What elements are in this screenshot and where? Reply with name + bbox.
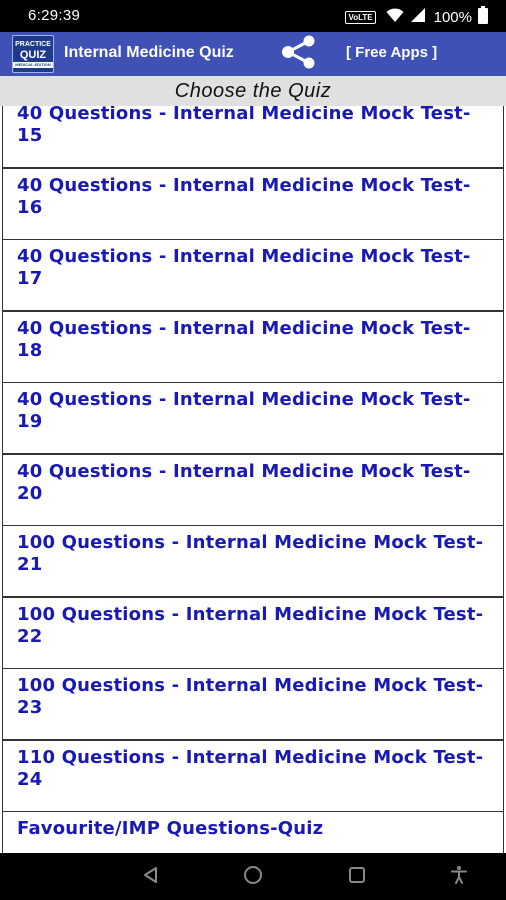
share-button[interactable] — [280, 35, 318, 73]
share-icon — [280, 35, 318, 73]
quiz-item-label: 40 Questions - Internal Medicine Mock Te… — [17, 246, 471, 289]
quiz-item[interactable]: 110 Questions - Internal Medicine Mock T… — [2, 740, 504, 812]
home-icon — [242, 864, 264, 890]
app-title: Internal Medicine Quiz — [64, 44, 234, 61]
back-button[interactable] — [121, 853, 181, 900]
section-title: Choose the Quiz — [0, 76, 506, 106]
quiz-item[interactable]: 100 Questions - Internal Medicine Mock T… — [2, 669, 504, 740]
app-logo: PRACTICE QUIZ MEDICAL EDITION — [12, 35, 54, 73]
recents-icon — [347, 865, 367, 889]
wifi-icon — [386, 7, 404, 27]
back-icon — [141, 865, 161, 889]
quiz-item[interactable]: 40 Questions - Internal Medicine Mock Te… — [2, 454, 504, 526]
quiz-item-label: 100 Questions - Internal Medicine Mock T… — [17, 675, 484, 718]
status-icons: VoLTE 100% — [345, 6, 488, 28]
battery-level: 100% — [433, 8, 472, 26]
quiz-list[interactable]: 40 Questions - Internal Medicine Mock Te… — [0, 106, 506, 853]
quiz-item-label: 40 Questions - Internal Medicine Mock Te… — [17, 175, 471, 218]
quiz-item[interactable]: Favourite/IMP Questions-Quiz — [2, 812, 504, 853]
quiz-item-label: 40 Questions - Internal Medicine Mock Te… — [17, 461, 471, 504]
quiz-item-label: 100 Questions - Internal Medicine Mock T… — [17, 604, 484, 647]
quiz-item[interactable]: 40 Questions - Internal Medicine Mock Te… — [2, 106, 504, 168]
logo-line-2: QUIZ — [19, 49, 47, 61]
quiz-item-label: Favourite/IMP Questions-Quiz — [17, 818, 324, 839]
volte-badge: VoLTE — [345, 10, 376, 24]
quiz-item[interactable]: 40 Questions - Internal Medicine Mock Te… — [2, 383, 504, 454]
quiz-item[interactable]: 40 Questions - Internal Medicine Mock Te… — [2, 168, 504, 240]
quiz-item[interactable]: 40 Questions - Internal Medicine Mock Te… — [2, 240, 504, 311]
quiz-item[interactable]: 100 Questions - Internal Medicine Mock T… — [2, 597, 504, 669]
system-nav-bar — [0, 853, 506, 900]
battery-icon — [478, 6, 488, 28]
recents-button[interactable] — [327, 853, 387, 900]
accessibility-icon — [449, 865, 469, 889]
accessibility-button[interactable] — [429, 853, 489, 900]
signal-icon — [410, 7, 426, 27]
quiz-item-label: 110 Questions - Internal Medicine Mock T… — [17, 747, 484, 790]
quiz-item-label: 40 Questions - Internal Medicine Mock Te… — [17, 318, 471, 361]
app-bar: PRACTICE QUIZ MEDICAL EDITION Internal M… — [0, 32, 506, 76]
status-time: 6:29:39 — [28, 7, 81, 24]
home-button[interactable] — [223, 853, 283, 900]
quiz-item[interactable]: 40 Questions - Internal Medicine Mock Te… — [2, 311, 504, 383]
quiz-item-label: 40 Questions - Internal Medicine Mock Te… — [17, 389, 471, 432]
free-apps-button[interactable]: [ Free Apps ] — [346, 44, 437, 61]
quiz-item[interactable]: 100 Questions - Internal Medicine Mock T… — [2, 526, 504, 597]
quiz-item-label: 40 Questions - Internal Medicine Mock Te… — [17, 106, 471, 146]
quiz-item-label: 100 Questions - Internal Medicine Mock T… — [17, 532, 484, 575]
logo-line-3: MEDICAL EDITION — [13, 62, 53, 68]
status-bar: 6:29:39 VoLTE 100% — [0, 0, 506, 32]
